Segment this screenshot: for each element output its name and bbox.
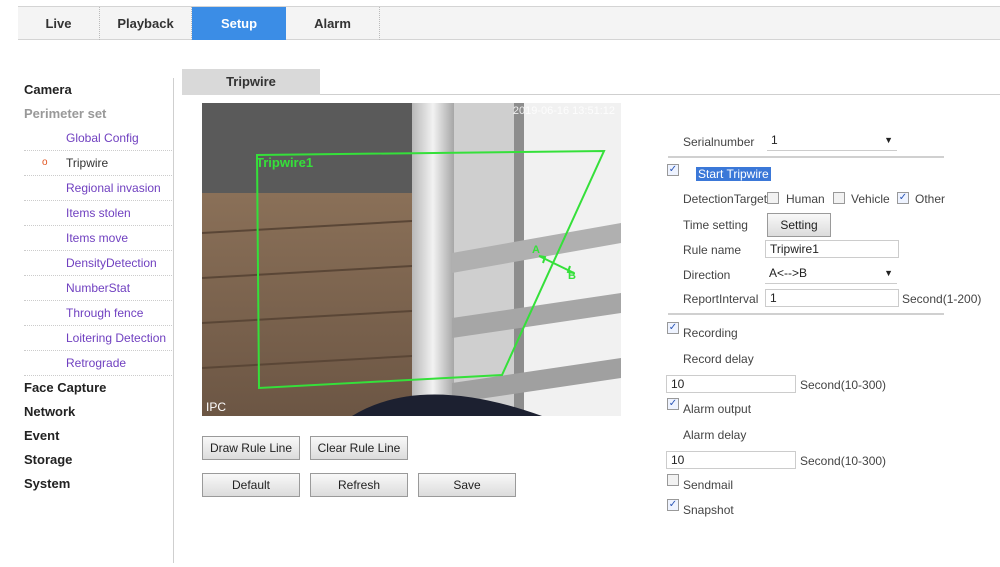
alarm-delay-input[interactable]: 10 — [666, 451, 796, 469]
human-label: Human — [786, 192, 825, 206]
direction-value: A<-->B — [769, 266, 808, 280]
rule-name-label: Rule name — [683, 243, 742, 257]
video-scene — [202, 103, 621, 416]
sidebar-item-label: DensityDetection — [66, 256, 157, 270]
chevron-down-icon: ▼ — [884, 268, 893, 278]
sidebar-face-capture[interactable]: Face Capture — [24, 376, 172, 400]
detection-target-label: DetectionTarget — [683, 192, 768, 206]
active-marker-icon: o — [42, 157, 48, 168]
sidebar-item-items-stolen[interactable]: Items stolen — [24, 201, 172, 226]
section-divider — [668, 313, 944, 315]
serialnumber-select[interactable]: 1 ▼ — [767, 131, 897, 151]
report-interval-unit: Second(1-200) — [902, 292, 982, 306]
video-preview[interactable]: 2019-06-16 13:51:12 Tripwire1 IPC A B — [202, 103, 621, 416]
direction-select[interactable]: A<-->B ▼ — [765, 264, 897, 284]
default-button[interactable]: Default — [202, 473, 300, 497]
other-label: Other — [915, 192, 946, 206]
sidebar-item-items-move[interactable]: Items move — [24, 226, 172, 251]
sidebar-item-loitering-detection[interactable]: Loitering Detection — [24, 326, 172, 351]
sidebar-item-tripwire[interactable]: o Tripwire — [24, 151, 172, 176]
human-checkbox[interactable] — [767, 192, 779, 204]
record-delay-input[interactable]: 10 — [666, 375, 796, 393]
snapshot-label: Snapshot — [683, 503, 734, 517]
sidebar-item-regional-invasion[interactable]: Regional invasion — [24, 176, 172, 201]
start-tripwire-label: Start Tripwire — [696, 167, 771, 181]
sidebar-item-label: Items stolen — [66, 206, 131, 220]
vehicle-label: Vehicle — [851, 192, 890, 206]
report-interval-label: ReportInterval — [683, 292, 759, 306]
sidebar-item-retrograde[interactable]: Retrograde — [24, 351, 172, 376]
tab-live[interactable]: Live — [18, 7, 100, 40]
sidebar-item-global-config[interactable]: Global Config — [24, 126, 172, 151]
refresh-button[interactable]: Refresh — [310, 473, 408, 497]
sidebar-item-label: Items move — [66, 231, 129, 245]
alarm-output-checkbox[interactable]: ✓ — [667, 398, 679, 410]
vehicle-checkbox[interactable] — [833, 192, 845, 204]
record-delay-unit: Second(10-300) — [800, 378, 887, 392]
alarm-delay-label: Alarm delay — [683, 428, 747, 442]
sidebar: Camera Perimeter set Global Config o Trip… — [24, 78, 172, 496]
recording-label: Recording — [683, 326, 738, 340]
chevron-down-icon: ▼ — [884, 135, 893, 145]
video-rule-label: Tripwire1 — [256, 155, 314, 170]
sidebar-perimeter-set[interactable]: Perimeter set — [24, 102, 172, 126]
sidebar-system[interactable]: System — [24, 472, 172, 496]
sidebar-item-label: Global Config — [66, 131, 139, 145]
sidebar-camera[interactable]: Camera — [24, 78, 172, 102]
top-nav: Live Playback Setup Alarm — [18, 6, 1000, 40]
time-setting-button[interactable]: Setting — [767, 213, 831, 237]
sidebar-item-through-fence[interactable]: Through fence — [24, 301, 172, 326]
sidebar-network[interactable]: Network — [24, 400, 172, 424]
recording-checkbox[interactable]: ✓ — [667, 322, 679, 334]
video-channel-label: IPC — [206, 400, 227, 414]
save-button[interactable]: Save — [418, 473, 516, 497]
sendmail-checkbox[interactable] — [667, 474, 679, 486]
sidebar-item-label: Regional invasion — [66, 181, 161, 195]
tab-tripwire[interactable]: Tripwire — [182, 69, 320, 95]
direction-a-label: A — [532, 244, 540, 256]
other-checkbox[interactable]: ✓ — [897, 192, 909, 204]
serialnumber-value: 1 — [771, 133, 778, 147]
sidebar-item-number-stat[interactable]: NumberStat — [24, 276, 172, 301]
section-divider — [668, 156, 944, 158]
content-tab-strip: Tripwire — [182, 69, 1000, 95]
sidebar-item-label: Through fence — [66, 306, 144, 320]
report-interval-input[interactable]: 1 — [765, 289, 899, 307]
tab-playback[interactable]: Playback — [100, 7, 192, 40]
snapshot-checkbox[interactable]: ✓ — [667, 499, 679, 511]
start-tripwire-checkbox[interactable]: ✓ — [667, 164, 679, 176]
clear-rule-line-button[interactable]: Clear Rule Line — [310, 436, 408, 460]
draw-rule-line-button[interactable]: Draw Rule Line — [202, 436, 300, 460]
tab-alarm[interactable]: Alarm — [286, 7, 380, 40]
alarm-delay-unit: Second(10-300) — [800, 454, 887, 468]
sidebar-divider — [173, 78, 174, 563]
sidebar-event[interactable]: Event — [24, 424, 172, 448]
sidebar-item-label: Tripwire — [66, 156, 109, 170]
rule-name-input[interactable]: Tripwire1 — [765, 240, 899, 258]
direction-b-label: B — [568, 270, 576, 282]
sidebar-item-density-detection[interactable]: DensityDetection — [24, 251, 172, 276]
direction-label: Direction — [683, 268, 731, 282]
sidebar-item-label: NumberStat — [66, 281, 131, 295]
sidebar-storage[interactable]: Storage — [24, 448, 172, 472]
sidebar-item-label: Loitering Detection — [66, 331, 167, 345]
serialnumber-label: Serialnumber — [683, 135, 755, 149]
video-timestamp: 2019-06-16 13:51:12 — [512, 105, 615, 117]
record-delay-label: Record delay — [683, 352, 754, 366]
sidebar-item-label: Retrograde — [66, 356, 127, 370]
time-setting-label: Time setting — [683, 218, 748, 232]
tab-setup[interactable]: Setup — [192, 7, 286, 40]
alarm-output-label: Alarm output — [683, 402, 752, 416]
sendmail-label: Sendmail — [683, 478, 734, 492]
